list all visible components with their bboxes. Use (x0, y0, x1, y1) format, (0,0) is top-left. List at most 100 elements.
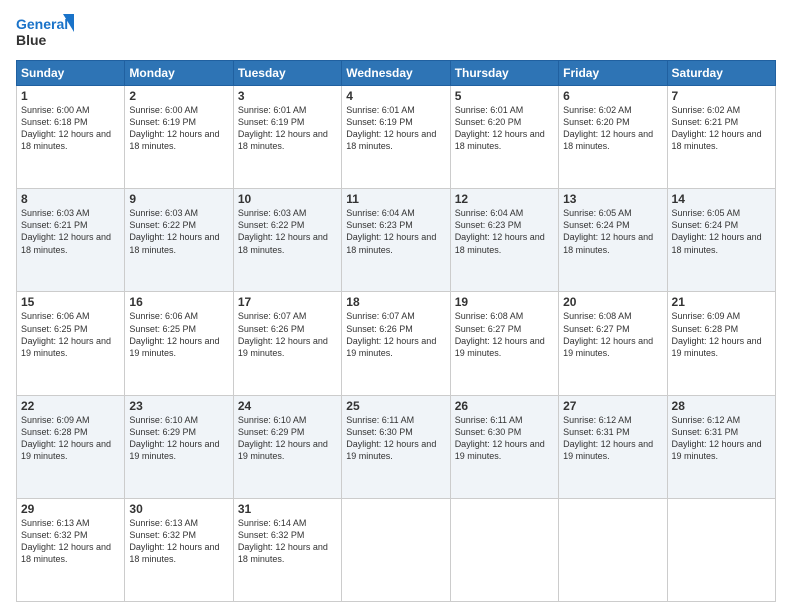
calendar-cell: 31Sunrise: 6:14 AMSunset: 6:32 PMDayligh… (233, 498, 341, 601)
calendar-body: 1Sunrise: 6:00 AMSunset: 6:18 PMDaylight… (17, 86, 776, 602)
day-info: Sunrise: 6:03 AMSunset: 6:21 PMDaylight:… (21, 207, 120, 256)
day-header-monday: Monday (125, 61, 233, 86)
day-info: Sunrise: 6:10 AMSunset: 6:29 PMDaylight:… (238, 414, 337, 463)
day-number: 1 (21, 89, 120, 103)
day-info: Sunrise: 6:12 AMSunset: 6:31 PMDaylight:… (672, 414, 771, 463)
day-info: Sunrise: 6:03 AMSunset: 6:22 PMDaylight:… (238, 207, 337, 256)
day-header-saturday: Saturday (667, 61, 775, 86)
day-info: Sunrise: 6:12 AMSunset: 6:31 PMDaylight:… (563, 414, 662, 463)
day-number: 11 (346, 192, 445, 206)
day-info: Sunrise: 6:01 AMSunset: 6:20 PMDaylight:… (455, 104, 554, 153)
calendar-cell: 12Sunrise: 6:04 AMSunset: 6:23 PMDayligh… (450, 189, 558, 292)
day-info: Sunrise: 6:06 AMSunset: 6:25 PMDaylight:… (21, 310, 120, 359)
calendar-cell: 7Sunrise: 6:02 AMSunset: 6:21 PMDaylight… (667, 86, 775, 189)
day-number: 10 (238, 192, 337, 206)
day-header-friday: Friday (559, 61, 667, 86)
day-header-thursday: Thursday (450, 61, 558, 86)
day-number: 31 (238, 502, 337, 516)
calendar-cell: 10Sunrise: 6:03 AMSunset: 6:22 PMDayligh… (233, 189, 341, 292)
week-row-3: 15Sunrise: 6:06 AMSunset: 6:25 PMDayligh… (17, 292, 776, 395)
calendar-cell: 4Sunrise: 6:01 AMSunset: 6:19 PMDaylight… (342, 86, 450, 189)
day-header-sunday: Sunday (17, 61, 125, 86)
day-number: 18 (346, 295, 445, 309)
week-row-1: 1Sunrise: 6:00 AMSunset: 6:18 PMDaylight… (17, 86, 776, 189)
day-info: Sunrise: 6:07 AMSunset: 6:26 PMDaylight:… (238, 310, 337, 359)
day-info: Sunrise: 6:04 AMSunset: 6:23 PMDaylight:… (346, 207, 445, 256)
day-number: 19 (455, 295, 554, 309)
calendar-cell (342, 498, 450, 601)
day-info: Sunrise: 6:03 AMSunset: 6:22 PMDaylight:… (129, 207, 228, 256)
day-info: Sunrise: 6:05 AMSunset: 6:24 PMDaylight:… (672, 207, 771, 256)
week-row-5: 29Sunrise: 6:13 AMSunset: 6:32 PMDayligh… (17, 498, 776, 601)
day-number: 2 (129, 89, 228, 103)
calendar-header-row: SundayMondayTuesdayWednesdayThursdayFrid… (17, 61, 776, 86)
day-number: 14 (672, 192, 771, 206)
day-info: Sunrise: 6:11 AMSunset: 6:30 PMDaylight:… (455, 414, 554, 463)
svg-text:General: General (16, 16, 68, 32)
calendar-cell (450, 498, 558, 601)
calendar-cell: 19Sunrise: 6:08 AMSunset: 6:27 PMDayligh… (450, 292, 558, 395)
day-number: 16 (129, 295, 228, 309)
day-number: 26 (455, 399, 554, 413)
calendar-cell: 21Sunrise: 6:09 AMSunset: 6:28 PMDayligh… (667, 292, 775, 395)
day-number: 23 (129, 399, 228, 413)
day-info: Sunrise: 6:08 AMSunset: 6:27 PMDaylight:… (563, 310, 662, 359)
calendar-cell: 2Sunrise: 6:00 AMSunset: 6:19 PMDaylight… (125, 86, 233, 189)
day-info: Sunrise: 6:00 AMSunset: 6:19 PMDaylight:… (129, 104, 228, 153)
day-info: Sunrise: 6:06 AMSunset: 6:25 PMDaylight:… (129, 310, 228, 359)
calendar-cell: 16Sunrise: 6:06 AMSunset: 6:25 PMDayligh… (125, 292, 233, 395)
day-info: Sunrise: 6:11 AMSunset: 6:30 PMDaylight:… (346, 414, 445, 463)
day-info: Sunrise: 6:02 AMSunset: 6:20 PMDaylight:… (563, 104, 662, 153)
calendar-cell: 23Sunrise: 6:10 AMSunset: 6:29 PMDayligh… (125, 395, 233, 498)
calendar-cell: 5Sunrise: 6:01 AMSunset: 6:20 PMDaylight… (450, 86, 558, 189)
calendar-cell: 13Sunrise: 6:05 AMSunset: 6:24 PMDayligh… (559, 189, 667, 292)
day-info: Sunrise: 6:01 AMSunset: 6:19 PMDaylight:… (346, 104, 445, 153)
day-info: Sunrise: 6:14 AMSunset: 6:32 PMDaylight:… (238, 517, 337, 566)
week-row-4: 22Sunrise: 6:09 AMSunset: 6:28 PMDayligh… (17, 395, 776, 498)
calendar-cell: 29Sunrise: 6:13 AMSunset: 6:32 PMDayligh… (17, 498, 125, 601)
calendar: SundayMondayTuesdayWednesdayThursdayFrid… (16, 60, 776, 602)
day-number: 6 (563, 89, 662, 103)
day-number: 29 (21, 502, 120, 516)
logo-svg: GeneralBlue (16, 12, 76, 52)
day-number: 27 (563, 399, 662, 413)
calendar-cell: 15Sunrise: 6:06 AMSunset: 6:25 PMDayligh… (17, 292, 125, 395)
header: GeneralBlue (16, 12, 776, 52)
calendar-cell: 28Sunrise: 6:12 AMSunset: 6:31 PMDayligh… (667, 395, 775, 498)
day-number: 25 (346, 399, 445, 413)
page: GeneralBlue SundayMondayTuesdayWednesday… (0, 0, 792, 612)
day-number: 22 (21, 399, 120, 413)
day-header-tuesday: Tuesday (233, 61, 341, 86)
day-number: 21 (672, 295, 771, 309)
calendar-cell: 6Sunrise: 6:02 AMSunset: 6:20 PMDaylight… (559, 86, 667, 189)
day-info: Sunrise: 6:02 AMSunset: 6:21 PMDaylight:… (672, 104, 771, 153)
day-number: 8 (21, 192, 120, 206)
calendar-cell: 3Sunrise: 6:01 AMSunset: 6:19 PMDaylight… (233, 86, 341, 189)
calendar-cell: 25Sunrise: 6:11 AMSunset: 6:30 PMDayligh… (342, 395, 450, 498)
day-info: Sunrise: 6:13 AMSunset: 6:32 PMDaylight:… (129, 517, 228, 566)
calendar-cell: 1Sunrise: 6:00 AMSunset: 6:18 PMDaylight… (17, 86, 125, 189)
calendar-cell: 30Sunrise: 6:13 AMSunset: 6:32 PMDayligh… (125, 498, 233, 601)
calendar-cell: 22Sunrise: 6:09 AMSunset: 6:28 PMDayligh… (17, 395, 125, 498)
day-number: 15 (21, 295, 120, 309)
day-number: 30 (129, 502, 228, 516)
day-number: 20 (563, 295, 662, 309)
day-info: Sunrise: 6:07 AMSunset: 6:26 PMDaylight:… (346, 310, 445, 359)
day-number: 13 (563, 192, 662, 206)
calendar-cell (559, 498, 667, 601)
day-number: 7 (672, 89, 771, 103)
day-header-wednesday: Wednesday (342, 61, 450, 86)
day-number: 17 (238, 295, 337, 309)
day-info: Sunrise: 6:01 AMSunset: 6:19 PMDaylight:… (238, 104, 337, 153)
day-number: 9 (129, 192, 228, 206)
day-info: Sunrise: 6:05 AMSunset: 6:24 PMDaylight:… (563, 207, 662, 256)
calendar-cell: 24Sunrise: 6:10 AMSunset: 6:29 PMDayligh… (233, 395, 341, 498)
calendar-cell: 27Sunrise: 6:12 AMSunset: 6:31 PMDayligh… (559, 395, 667, 498)
calendar-cell: 26Sunrise: 6:11 AMSunset: 6:30 PMDayligh… (450, 395, 558, 498)
calendar-cell: 18Sunrise: 6:07 AMSunset: 6:26 PMDayligh… (342, 292, 450, 395)
day-info: Sunrise: 6:13 AMSunset: 6:32 PMDaylight:… (21, 517, 120, 566)
day-info: Sunrise: 6:04 AMSunset: 6:23 PMDaylight:… (455, 207, 554, 256)
calendar-cell: 17Sunrise: 6:07 AMSunset: 6:26 PMDayligh… (233, 292, 341, 395)
day-info: Sunrise: 6:09 AMSunset: 6:28 PMDaylight:… (672, 310, 771, 359)
day-info: Sunrise: 6:00 AMSunset: 6:18 PMDaylight:… (21, 104, 120, 153)
